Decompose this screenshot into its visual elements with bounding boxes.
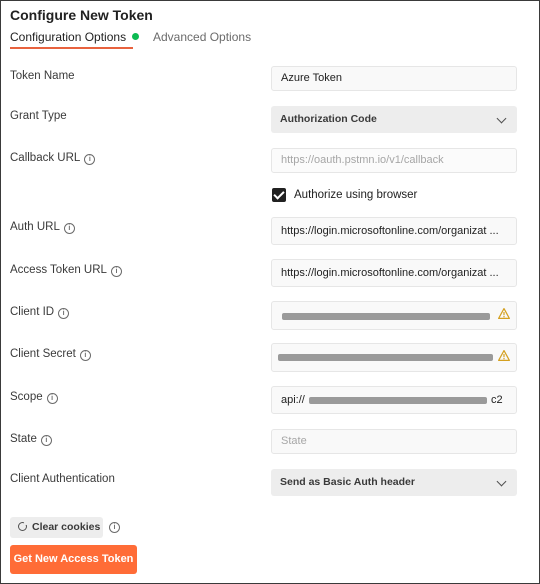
info-icon[interactable]: i xyxy=(40,435,52,446)
grant-type-label: Grant Type xyxy=(10,110,67,122)
authorize-browser-label[interactable]: Authorize using browser xyxy=(294,189,417,201)
scope-value-suffix: c2 xyxy=(491,394,503,406)
grant-type-value: Authorization Code xyxy=(280,113,377,125)
scope-input[interactable]: api:// c2 xyxy=(271,386,517,414)
access-token-url-input[interactable]: https://login.microsoftonline.com/organi… xyxy=(271,259,517,287)
dialog-title: Configure New Token xyxy=(10,7,153,23)
info-icon[interactable]: i xyxy=(63,223,75,234)
configure-token-dialog: Configure New Token Configuration Option… xyxy=(0,0,540,584)
warning-icon xyxy=(498,308,510,319)
cookie-icon xyxy=(18,521,28,531)
info-icon[interactable]: i xyxy=(79,350,91,361)
grant-type-select[interactable]: Authorization Code xyxy=(271,106,517,133)
tab-advanced-options[interactable]: Advanced Options xyxy=(153,30,251,44)
client-authentication-select[interactable]: Send as Basic Auth header xyxy=(271,469,517,496)
scope-label: Scope i xyxy=(10,391,58,404)
state-input[interactable]: State xyxy=(271,429,517,454)
callback-url-label: Callback URL i xyxy=(10,152,96,165)
info-icon[interactable]: i xyxy=(110,266,122,277)
info-icon[interactable]: i xyxy=(58,308,70,319)
callback-url-input[interactable]: https://oauth.pstmn.io/v1/callback xyxy=(271,148,517,173)
token-name-label: Token Name xyxy=(10,70,75,82)
get-new-access-token-button[interactable]: Get New Access Token xyxy=(10,545,137,574)
client-authentication-label: Client Authentication xyxy=(10,473,115,485)
client-authentication-value: Send as Basic Auth header xyxy=(280,476,415,488)
authorize-browser-checkbox[interactable] xyxy=(272,188,286,202)
state-label: State i xyxy=(10,433,52,446)
token-name-input[interactable]: Azure Token xyxy=(271,66,517,91)
warning-icon xyxy=(498,350,510,361)
auth-url-label: Auth URL i xyxy=(10,221,75,234)
clear-cookies-button[interactable]: Clear cookies xyxy=(10,517,103,538)
auth-url-input[interactable]: https://login.microsoftonline.com/organi… xyxy=(271,217,517,245)
clear-cookies-label: Clear cookies xyxy=(32,521,101,533)
info-icon[interactable]: i xyxy=(109,522,120,533)
access-token-url-label: Access Token URL i xyxy=(10,264,122,277)
redacted-value xyxy=(282,313,490,320)
status-dot-icon xyxy=(132,33,140,40)
client-secret-input[interactable] xyxy=(271,343,517,372)
redacted-value xyxy=(309,397,487,404)
client-id-input[interactable] xyxy=(271,301,517,330)
tab-configuration-options-label: Configuration Options xyxy=(10,30,127,44)
active-tab-indicator xyxy=(10,47,133,49)
info-icon[interactable]: i xyxy=(46,393,58,404)
client-id-label: Client ID i xyxy=(10,306,70,319)
info-icon[interactable]: i xyxy=(84,154,96,165)
redacted-value xyxy=(278,354,493,361)
tab-configuration-options[interactable]: Configuration Options xyxy=(10,30,140,44)
client-secret-label: Client Secret i xyxy=(10,348,91,361)
chevron-down-icon xyxy=(496,113,507,124)
scope-value-prefix: api:// xyxy=(281,394,305,406)
chevron-down-icon xyxy=(496,476,507,487)
